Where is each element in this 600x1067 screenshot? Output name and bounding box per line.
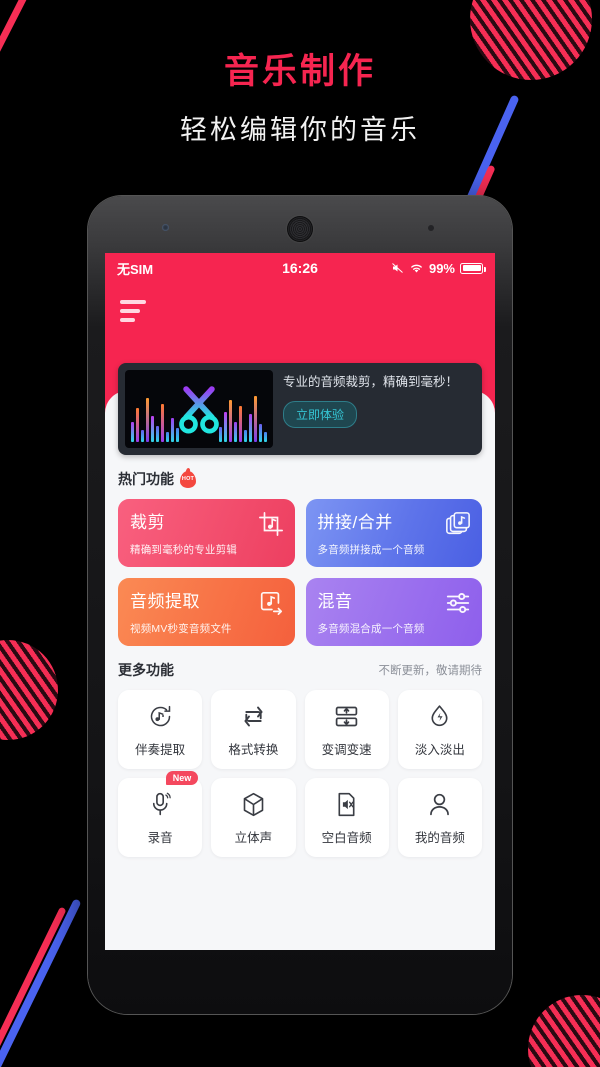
page-title: 音乐制作 bbox=[223, 52, 376, 91]
tile-label: 录音 bbox=[147, 830, 173, 845]
mute-icon bbox=[391, 262, 404, 274]
front-camera-icon bbox=[162, 224, 169, 231]
tile-pitch-speed[interactable]: 变调变速 bbox=[304, 690, 389, 769]
mute-file-icon bbox=[333, 790, 360, 820]
tile-label: 我的音频 bbox=[414, 830, 465, 845]
earpiece-speaker-icon bbox=[287, 216, 313, 242]
music-refresh-icon bbox=[147, 702, 174, 732]
phone-bezel-top bbox=[88, 196, 512, 253]
microphone-icon bbox=[147, 790, 174, 820]
scissors-icon bbox=[171, 381, 227, 437]
tile-stereo[interactable]: 立体声 bbox=[211, 778, 296, 857]
tile-label: 变调变速 bbox=[321, 742, 372, 757]
hot-card-subtitle: 视频MV秒变音频文件 bbox=[130, 623, 232, 635]
tile-record[interactable]: New 录音 bbox=[118, 771, 203, 857]
hot-card-subtitle: 多音频混合成一个音频 bbox=[317, 623, 425, 635]
sliders-icon bbox=[445, 590, 471, 616]
phone-mockup: 无SIM 16:26 99% 专业的音频裁剪，精确到毫秒！ 立即体验 热门功能 … bbox=[88, 196, 512, 1014]
tile-label: 伴奏提取 bbox=[135, 742, 186, 757]
tile-label: 格式转换 bbox=[228, 742, 279, 757]
status-indicators: 99% bbox=[391, 260, 486, 276]
page-subtitle: 轻松编辑你的音乐 bbox=[180, 114, 420, 145]
menu-line-2 bbox=[120, 309, 140, 313]
hot-card-merge[interactable]: 拼接/合并 多音频拼接成一个音频 bbox=[305, 499, 482, 567]
battery-full-icon bbox=[460, 262, 486, 274]
crop-music-icon bbox=[258, 511, 284, 537]
hot-section-header: 热门功能 HOT bbox=[118, 469, 482, 489]
tile-fade[interactable]: 淡入淡出 bbox=[397, 690, 482, 769]
hot-card-subtitle: 精确到毫秒的专业剪辑 bbox=[130, 544, 237, 556]
more-feature-grid: 伴奏提取 格式转换 变调变速 淡入淡出 New 录音 立体声 空白音频 我的音频 bbox=[118, 690, 482, 857]
person-icon bbox=[426, 790, 453, 820]
app-body: 专业的音频裁剪，精确到毫秒！ 立即体验 热门功能 HOT 裁剪 精确到毫秒的专业… bbox=[105, 355, 495, 950]
hot-card-crop[interactable]: 裁剪 精确到毫秒的专业剪辑 bbox=[118, 499, 295, 567]
hot-feature-grid: 裁剪 精确到毫秒的专业剪辑 拼接/合并 多音频拼接成一个音频 音频提取 视频MV… bbox=[118, 499, 482, 646]
status-bar: 无SIM 16:26 99% bbox=[105, 253, 495, 283]
deco-line-pink-bottomleft bbox=[0, 906, 67, 1067]
tile-format-convert[interactable]: 格式转换 bbox=[211, 690, 296, 769]
proximity-sensor-icon bbox=[428, 225, 434, 231]
tile-label: 淡入淡出 bbox=[414, 742, 465, 757]
promo-banner[interactable]: 专业的音频裁剪，精确到毫秒！ 立即体验 bbox=[118, 363, 482, 455]
banner-text-block: 专业的音频裁剪，精确到毫秒！ 立即体验 bbox=[273, 363, 482, 455]
tile-blank-audio[interactable]: 空白音频 bbox=[304, 778, 389, 857]
stacked-music-icon bbox=[445, 511, 471, 537]
loop-convert-icon bbox=[240, 702, 267, 732]
menu-icon[interactable] bbox=[120, 300, 150, 324]
phone-screen: 无SIM 16:26 99% 专业的音频裁剪，精确到毫秒！ 立即体验 热门功能 … bbox=[105, 253, 495, 950]
more-section-header: 更多功能 不断更新，敬请期待 bbox=[118, 660, 482, 680]
deco-circle-left bbox=[0, 640, 58, 740]
droplet-bolt-icon bbox=[426, 702, 453, 732]
hot-badge: HOT bbox=[180, 470, 196, 488]
banner-cta-button[interactable]: 立即体验 bbox=[283, 401, 358, 429]
hot-section-title: 热门功能 bbox=[118, 471, 174, 487]
menu-line-3 bbox=[120, 318, 135, 322]
poster-canvas: 音乐制作 轻松编辑你的音乐 无SIM 16:26 99% 专业的音频裁剪，精确到… bbox=[0, 0, 600, 1067]
deco-circle-bottomright bbox=[528, 995, 600, 1067]
hot-card-extract[interactable]: 音频提取 视频MV秒变音频文件 bbox=[118, 578, 295, 646]
wifi-icon bbox=[409, 262, 424, 274]
more-section-title: 更多功能 bbox=[118, 662, 174, 678]
main-content: 热门功能 HOT 裁剪 精确到毫秒的专业剪辑 拼接/合并 多音频拼接成一个音频 … bbox=[105, 463, 495, 857]
poster-text-block: 音乐制作 轻松编辑你的音乐 bbox=[0, 50, 600, 147]
tile-accompaniment-extract[interactable]: 伴奏提取 bbox=[118, 690, 203, 769]
tile-label: 空白音频 bbox=[321, 830, 372, 845]
pitch-speed-icon bbox=[333, 702, 360, 732]
extract-music-icon bbox=[258, 590, 284, 616]
cube-icon bbox=[240, 790, 267, 820]
battery-percent: 99% bbox=[428, 260, 455, 276]
new-badge: New bbox=[165, 771, 199, 785]
more-section-hint: 不断更新，敬请期待 bbox=[378, 665, 483, 677]
hot-card-subtitle: 多音频拼接成一个音频 bbox=[317, 544, 425, 556]
tile-my-audio[interactable]: 我的音频 bbox=[397, 778, 482, 857]
scissors-equalizer-image bbox=[125, 370, 273, 448]
deco-line-blue-bottomleft bbox=[0, 898, 82, 1067]
menu-line-1 bbox=[120, 300, 146, 304]
banner-title: 专业的音频裁剪，精确到毫秒！ bbox=[283, 375, 459, 389]
app-bar bbox=[105, 283, 495, 355]
tile-label: 立体声 bbox=[234, 830, 273, 845]
hot-card-mix[interactable]: 混音 多音频混合成一个音频 bbox=[305, 578, 482, 646]
